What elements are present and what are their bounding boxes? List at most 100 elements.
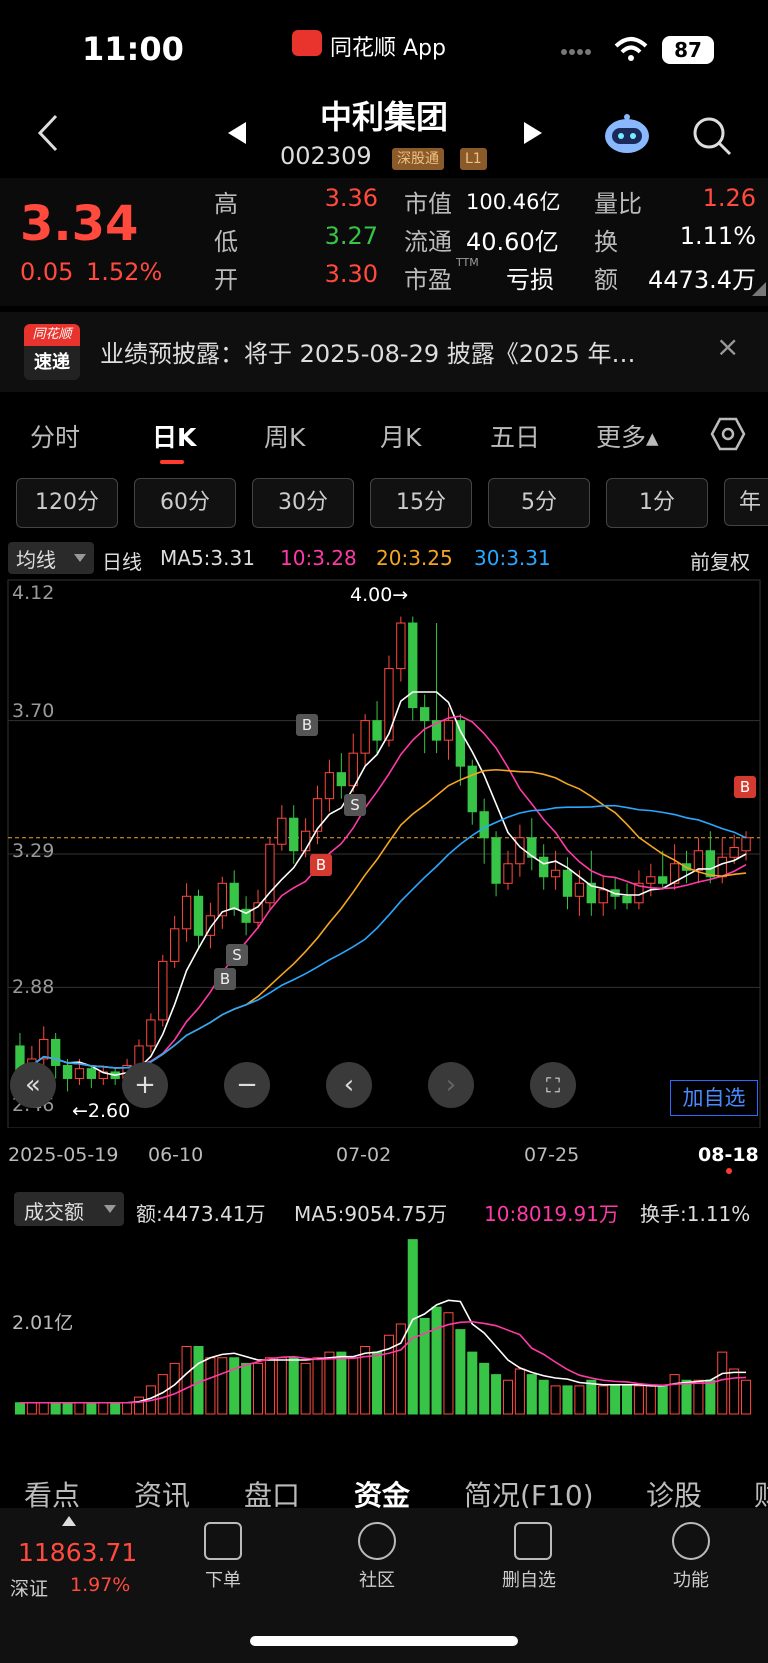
adjust-mode[interactable]: 前复权	[690, 546, 750, 575]
candle	[360, 720, 370, 754]
candle	[86, 1068, 97, 1079]
candle	[574, 882, 585, 897]
volume-bar	[598, 1385, 609, 1415]
settings-hex-icon[interactable]	[710, 416, 746, 452]
functions-nav[interactable]: 功能	[672, 1522, 710, 1592]
sell-marker[interactable]: S	[226, 944, 248, 966]
community-icon	[358, 1522, 396, 1560]
functions-icon	[672, 1522, 710, 1560]
candle	[467, 765, 477, 813]
volume-selector[interactable]: 成交额	[14, 1192, 124, 1226]
volume-bar	[526, 1374, 537, 1415]
turnover-value: 1.11%	[679, 222, 756, 250]
y-label-top: 4.12	[12, 582, 55, 604]
rewind-icon[interactable]: «	[10, 1062, 56, 1108]
ma-selector[interactable]: 均线	[8, 542, 94, 574]
news-banner[interactable]: 同花顺 速递 业绩预披露：将于 2025-08-29 披露《2025 年… ×	[0, 312, 768, 392]
price-change: 0.05	[20, 258, 74, 286]
buy-marker[interactable]: B	[310, 854, 332, 876]
candle	[170, 928, 180, 962]
tab-monthly-k[interactable]: 月K	[380, 418, 421, 454]
candle	[193, 895, 204, 936]
candle	[300, 830, 311, 852]
x-label-4: 07-25	[524, 1144, 580, 1166]
stock-code: 002309	[280, 142, 372, 170]
sell-marker[interactable]: S	[344, 794, 366, 816]
candlestick-chart[interactable]	[0, 576, 768, 1128]
volume-bar	[693, 1379, 704, 1415]
volume-ma5: MA5:9054.75万	[294, 1202, 448, 1226]
expand-corner-icon[interactable]	[752, 282, 766, 296]
tab-more[interactable]: 更多▴	[596, 418, 659, 454]
index-value[interactable]: 11863.71	[18, 1538, 137, 1567]
search-icon[interactable]	[690, 114, 734, 158]
status-bar: 11:00 同花顺 App 87	[0, 0, 768, 90]
candle	[479, 811, 489, 839]
buy-marker[interactable]: B	[734, 776, 756, 798]
buy-marker[interactable]: B	[296, 714, 318, 736]
zoom-in-icon[interactable]: +	[122, 1062, 168, 1108]
hk-connect-badge: 深股通	[392, 148, 444, 170]
seg-year[interactable]: 年	[724, 478, 768, 526]
x-label-1: 2025-05-19	[8, 1144, 119, 1166]
volume-bar	[550, 1385, 561, 1415]
volratio-value: 1.26	[702, 184, 756, 212]
add-watchlist-button[interactable]: 加自选	[670, 1080, 758, 1116]
volume-bar	[38, 1402, 49, 1415]
candle	[277, 817, 287, 845]
ai-robot-icon[interactable]	[602, 112, 652, 156]
remove-watchlist-nav[interactable]: 删自选	[502, 1522, 556, 1592]
clock: 11:00	[82, 30, 184, 68]
candle	[419, 707, 430, 722]
seg-1m[interactable]: 1分	[606, 478, 708, 528]
home-indicator[interactable]	[250, 1636, 518, 1646]
volume-ma10: 10:8019.91万	[484, 1202, 619, 1226]
fullscreen-icon[interactable]: ⛶	[530, 1062, 576, 1108]
seg-60m[interactable]: 60分	[134, 478, 236, 528]
candle	[62, 1064, 73, 1079]
next-stock-icon[interactable]	[522, 120, 544, 146]
volume-bar	[241, 1362, 252, 1415]
candle	[455, 720, 466, 767]
scroll-right-icon[interactable]: ›	[428, 1062, 474, 1108]
tab-daily-k[interactable]: 日K	[152, 418, 196, 454]
ma30-line	[19, 804, 747, 1073]
index-change: 1.97%	[70, 1574, 131, 1596]
stock-name: 中利集团	[319, 98, 448, 136]
scroll-left-icon[interactable]: ‹	[326, 1062, 372, 1108]
seg-15m[interactable]: 15分	[370, 478, 472, 528]
candle	[396, 622, 406, 670]
float-value: 40.60亿	[466, 228, 559, 256]
tab-weekly-k[interactable]: 周K	[264, 418, 305, 454]
pe-label: 市盈	[404, 266, 452, 294]
volume-bar	[169, 1362, 180, 1415]
candle	[372, 720, 382, 741]
seg-30m[interactable]: 30分	[252, 478, 354, 528]
close-icon[interactable]: ×	[716, 330, 739, 363]
volume-bar	[610, 1385, 621, 1415]
volume-bar	[276, 1357, 287, 1415]
remove-watchlist-icon	[514, 1522, 552, 1560]
tab-minute[interactable]: 分时	[30, 418, 80, 454]
volume-chart[interactable]	[0, 1228, 768, 1422]
community-nav[interactable]: 社区	[358, 1522, 396, 1592]
x-label-3: 07-02	[336, 1144, 392, 1166]
tab-five-day[interactable]: 五日	[490, 418, 540, 454]
float-label: 流通	[404, 228, 452, 256]
candle	[550, 869, 561, 878]
seg-5m[interactable]: 5分	[488, 478, 590, 528]
volume-bar	[217, 1357, 228, 1415]
turnover-label: 换	[594, 228, 618, 256]
buy-marker[interactable]: B	[214, 968, 236, 990]
seg-120m[interactable]: 120分	[16, 478, 118, 528]
zoom-out-icon[interactable]: −	[224, 1062, 270, 1108]
order-nav[interactable]: 下单	[204, 1522, 242, 1592]
volume-bar	[110, 1402, 121, 1415]
candle	[598, 889, 608, 904]
active-tab-indicator	[160, 460, 184, 464]
y-label-3: 3.29	[12, 840, 55, 862]
x-label-2: 06-10	[148, 1144, 204, 1166]
candle	[491, 837, 501, 884]
volume-bar	[574, 1385, 585, 1415]
volume-bar	[181, 1346, 192, 1415]
